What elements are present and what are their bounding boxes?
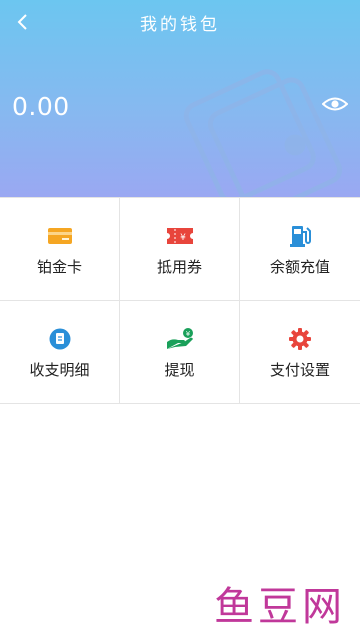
menu-label: 提现 [164, 361, 195, 379]
menu-label: 支付设置 [269, 361, 330, 379]
wallet-header: 我的钱包 0.00 [0, 0, 360, 197]
menu-item-withdraw[interactable]: ¥ 提现 [120, 301, 240, 404]
menu-item-payment-settings[interactable]: 支付设置 [240, 301, 360, 404]
menu-label: 铂金卡 [36, 258, 82, 276]
svg-text:¥: ¥ [180, 233, 186, 243]
svg-text:¥: ¥ [185, 330, 190, 338]
site-watermark: 鱼豆网 [214, 584, 346, 630]
eye-icon[interactable] [322, 96, 348, 112]
menu-label: 抵用券 [156, 258, 202, 276]
statement-icon [46, 327, 74, 351]
menu-label: 收支明细 [29, 361, 90, 379]
coupon-icon: ¥ [166, 224, 194, 248]
settings-gear-icon [286, 327, 314, 351]
menu-label: 余额充值 [269, 258, 330, 276]
wallet-watermark-icon [183, 69, 343, 197]
page-title: 我的钱包 [140, 15, 220, 35]
withdraw-hand-icon: ¥ [166, 327, 194, 351]
wallet-menu-grid: 铂金卡 ¥ 抵用券 余额充值 收支明细 ¥ 提现 支付设置 [0, 197, 360, 404]
bank-card-icon [46, 224, 74, 248]
menu-item-coupon[interactable]: ¥ 抵用券 [120, 198, 240, 301]
fuel-pump-icon [286, 224, 314, 248]
menu-item-statement[interactable]: 收支明细 [0, 301, 120, 404]
menu-item-platinum-card[interactable]: 铂金卡 [0, 198, 120, 301]
menu-item-recharge[interactable]: 余额充值 [240, 198, 360, 301]
balance-amount: 0.00 [12, 92, 70, 121]
